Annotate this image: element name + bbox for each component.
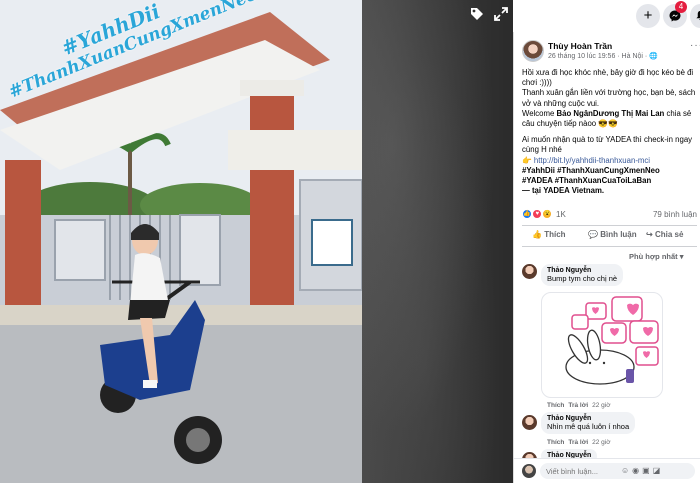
comment-like-link[interactable]: Thích	[547, 439, 564, 446]
bell-icon[interactable]	[690, 4, 700, 28]
sticker-icon[interactable]: ◪	[653, 466, 664, 475]
reaction-icons[interactable]: 👍 ♥ 😮	[522, 209, 553, 219]
composer-icons: ☺◉▣◪	[621, 466, 663, 475]
love-reaction-icon: ♥	[532, 209, 543, 219]
share-icon: ↪	[646, 230, 653, 239]
location-link[interactable]: YADEA Vietnam.	[543, 186, 604, 195]
comment-text: Bump tym cho chị nè	[547, 274, 618, 283]
post-line: Ai muốn nhận quà to từ YADEA thì check-i…	[522, 135, 693, 155]
thumbs-up-icon: 👍	[532, 230, 542, 239]
reaction-count[interactable]: 1K	[556, 210, 566, 219]
post-text: Hồi xưa đi học khóc nhè, bây giờ đi học …	[522, 68, 697, 196]
tagged-friends-link[interactable]: Bảo NgânDương Thị Mai Lan	[557, 109, 665, 118]
sticker-image	[565, 296, 659, 385]
comment-bubble: Thảo Nguyễn Nhìn mê quá luôn í nhoa	[541, 412, 636, 434]
plus-icon[interactable]: +	[636, 4, 660, 28]
like-reaction-icon: 👍	[522, 209, 532, 219]
comment-sticker[interactable]	[541, 292, 663, 398]
post-line: 👉 http://bit.ly/yahhdii-thanhxuan-mci	[522, 156, 697, 166]
comment-time[interactable]: 22 giờ	[592, 439, 610, 446]
comment-actions: Thích Trả lời 22 giờ	[547, 402, 611, 409]
post-hashtags[interactable]: #YADEA #ThanhXuanCuaToiLaBan	[522, 176, 697, 186]
post-sidebar: Thùy Hoàn Trần 26 tháng 10 lúc 19:56 · H…	[513, 32, 700, 483]
post-line: Hồi xưa đi học khóc nhè, bây giờ đi học …	[522, 68, 694, 88]
post-photo[interactable]: #YahhDii #ThanhXuanCungXmenNeo	[0, 0, 362, 483]
comment-composer: ☺◉▣◪	[514, 458, 700, 483]
post-header: Thùy Hoàn Trần 26 tháng 10 lúc 19:56 · H…	[522, 40, 700, 66]
tag-icon[interactable]	[465, 6, 489, 30]
post-timestamp[interactable]: 26 tháng 10 lúc 19:56 · Hà Nội ·	[548, 53, 647, 60]
comment-label: Bình luận	[600, 230, 637, 239]
share-label: Chia sẻ	[654, 230, 684, 239]
commenter-name[interactable]: Thảo Nguyễn	[547, 267, 617, 274]
camera-icon[interactable]: ◉	[632, 466, 642, 475]
current-user-avatar[interactable]	[522, 464, 536, 478]
post-link[interactable]: http://bit.ly/yahhdii-thanhxuan-mci	[534, 156, 650, 165]
author-avatar[interactable]	[522, 40, 544, 62]
emoji-icon[interactable]: ☺	[621, 466, 632, 475]
post-line: Thanh xuân gắn liền với trường học, bạn …	[522, 88, 696, 108]
pointing-icon: 👉	[522, 155, 532, 165]
gif-icon[interactable]: ▣	[642, 466, 653, 475]
comment-count[interactable]: 79 bình luận	[653, 210, 697, 219]
commenter-name[interactable]: Thảo Nguyễn	[547, 415, 629, 422]
comment-time[interactable]: 22 giờ	[592, 402, 610, 409]
author-name[interactable]: Thùy Hoàn Trần	[548, 41, 612, 51]
wow-reaction-icon: 😮	[542, 209, 553, 219]
post-line: Welcome Bảo NgânDương Thị Mai Lan chia s…	[522, 109, 697, 129]
reactions-summary: 👍 ♥ 😮 1K 79 bình luận	[522, 209, 697, 221]
fullscreen-icon[interactable]	[489, 6, 513, 30]
share-button[interactable]: ↪ Chia sẻ	[646, 230, 683, 239]
comment-sort-dropdown[interactable]: Phù hợp nhất ▾	[629, 252, 684, 261]
comment-text: Nhìn mê quá luôn í nhoa	[547, 422, 630, 431]
like-button[interactable]: 👍 Thích	[532, 230, 566, 239]
welcome-prefix: Welcome	[522, 108, 555, 118]
location-prefix: — tại	[522, 186, 542, 196]
post-actions: 👍 Thích 💬 Bình luận ↪ Chia sẻ	[522, 225, 697, 247]
post-hashtags[interactable]: #YahhDii #ThanhXuanCungXmenNeo	[522, 166, 697, 176]
notification-badge: 4	[675, 1, 687, 13]
top-bar: + 4	[513, 0, 700, 32]
comment-icon: 💬	[588, 230, 598, 239]
comment-input[interactable]	[540, 463, 695, 479]
post-location: — tại YADEA Vietnam.	[522, 186, 697, 196]
photo-panel[interactable]: #YahhDii #ThanhXuanCungXmenNeo	[0, 0, 513, 483]
globe-icon: 🌐	[649, 53, 658, 60]
comment-bubble: Thảo Nguyễn Bump tym cho chị nè	[541, 264, 624, 286]
post-meta: 26 tháng 10 lúc 19:56 · Hà Nội · 🌐	[548, 52, 658, 60]
comment-actions: Thích Trả lời 22 giờ	[547, 439, 611, 446]
commenter-avatar[interactable]	[522, 415, 537, 430]
facebook-photo-viewer: #YahhDii #ThanhXuanCungXmenNeo + 4 Thùy …	[0, 0, 700, 483]
commenter-avatar[interactable]	[522, 264, 537, 279]
more-options-icon[interactable]: ···	[690, 40, 700, 51]
photo-blur-background	[362, 0, 513, 483]
comment-like-link[interactable]: Thích	[547, 402, 564, 409]
comment-button[interactable]: 💬 Bình luận	[588, 230, 637, 239]
like-label: Thích	[544, 230, 566, 239]
comment-reply-link[interactable]: Trả lời	[568, 439, 588, 446]
comment-reply-link[interactable]: Trả lời	[568, 402, 588, 409]
